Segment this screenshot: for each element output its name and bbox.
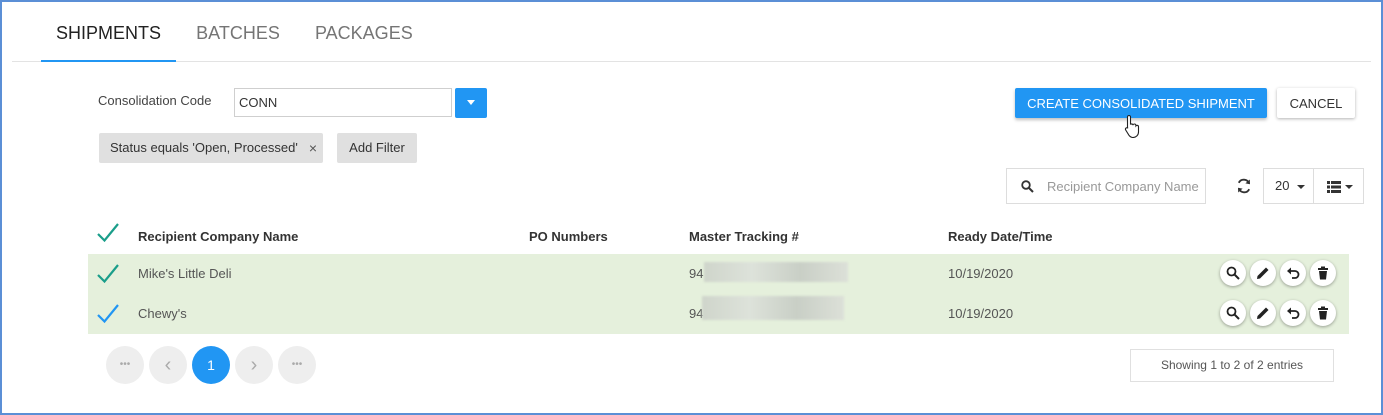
caret-down-icon (1345, 185, 1353, 189)
row-check-icon[interactable] (96, 263, 120, 285)
tab-bar: SHIPMENTS BATCHES PACKAGES (12, 4, 1371, 62)
redacted-tracking (704, 262, 848, 282)
view-button[interactable] (1220, 260, 1246, 286)
cell-ready-date: 10/19/2020 (948, 266, 1014, 281)
pagination-last-button[interactable]: ••• (278, 346, 316, 384)
cancel-button[interactable]: CANCEL (1277, 88, 1355, 118)
tab-shipments[interactable]: SHIPMENTS (41, 4, 176, 62)
column-selector-button[interactable] (1313, 168, 1364, 204)
pagination-first-button[interactable]: ••• (106, 346, 144, 384)
pencil-icon (1257, 307, 1269, 319)
column-header-po-numbers[interactable]: PO Numbers (529, 229, 608, 244)
page-size-value: 20 (1275, 178, 1290, 193)
search-icon (1226, 306, 1240, 320)
remove-filter-icon[interactable]: × (309, 133, 317, 163)
redacted-tracking (702, 296, 844, 320)
row-check-icon[interactable] (96, 303, 120, 325)
hand-pointer-icon (1124, 114, 1140, 138)
cell-tracking: 94 (689, 266, 704, 281)
trash-icon (1318, 306, 1328, 320)
trash-icon (1318, 266, 1328, 280)
consolidation-code-dropdown-button[interactable] (455, 88, 487, 118)
edit-button[interactable] (1250, 300, 1276, 326)
status-filter-chip[interactable]: Status equals 'Open, Processed' × (99, 133, 323, 163)
column-header-master-tracking[interactable]: Master Tracking # (689, 229, 799, 244)
tab-packages[interactable]: PACKAGES (315, 4, 413, 62)
cell-company: Mike's Little Deli (138, 266, 232, 281)
row-actions (1216, 300, 1336, 326)
table-header: Recipient Company Name PO Numbers Master… (88, 218, 1349, 254)
pagination-page-1[interactable]: 1 (192, 346, 230, 384)
delete-button[interactable] (1310, 300, 1336, 326)
view-button[interactable] (1220, 300, 1246, 326)
pagination-next-button[interactable]: › (235, 346, 273, 384)
cell-company: Chewy's (138, 306, 187, 321)
search-icon (1021, 180, 1034, 193)
undo-button[interactable] (1280, 300, 1306, 326)
consolidation-code-label: Consolidation Code (98, 93, 212, 108)
search-box (1006, 168, 1206, 204)
cell-ready-date: 10/19/2020 (948, 306, 1014, 321)
search-icon (1226, 266, 1240, 280)
consolidation-code-input[interactable] (234, 88, 452, 117)
pagination-prev-button[interactable]: ‹ (149, 346, 187, 384)
search-input[interactable] (1047, 171, 1203, 201)
refresh-icon[interactable] (1235, 177, 1253, 195)
column-header-recipient[interactable]: Recipient Company Name (138, 229, 298, 244)
status-filter-label: Status equals 'Open, Processed' (110, 140, 298, 155)
app-frame: SHIPMENTS BATCHES PACKAGES Consolidation… (0, 0, 1383, 415)
caret-down-icon (1297, 185, 1305, 189)
undo-button[interactable] (1280, 260, 1306, 286)
pencil-icon (1257, 267, 1269, 279)
caret-down-icon (467, 100, 475, 105)
row-actions (1216, 260, 1336, 286)
table-row[interactable]: Chewy's 94 10/19/2020 (88, 294, 1349, 334)
list-icon (1327, 181, 1341, 193)
delete-button[interactable] (1310, 260, 1336, 286)
select-all-check-icon[interactable] (96, 222, 120, 244)
entries-summary: Showing 1 to 2 of 2 entries (1130, 349, 1334, 382)
undo-icon (1287, 267, 1300, 279)
undo-icon (1287, 307, 1300, 319)
column-header-ready-date[interactable]: Ready Date/Time (948, 229, 1053, 244)
table-row[interactable]: Mike's Little Deli 94 10/19/2020 (88, 254, 1349, 294)
add-filter-button[interactable]: Add Filter (337, 133, 417, 163)
page-size-select[interactable]: 20 (1263, 168, 1314, 204)
tab-batches[interactable]: BATCHES (196, 4, 280, 62)
edit-button[interactable] (1250, 260, 1276, 286)
